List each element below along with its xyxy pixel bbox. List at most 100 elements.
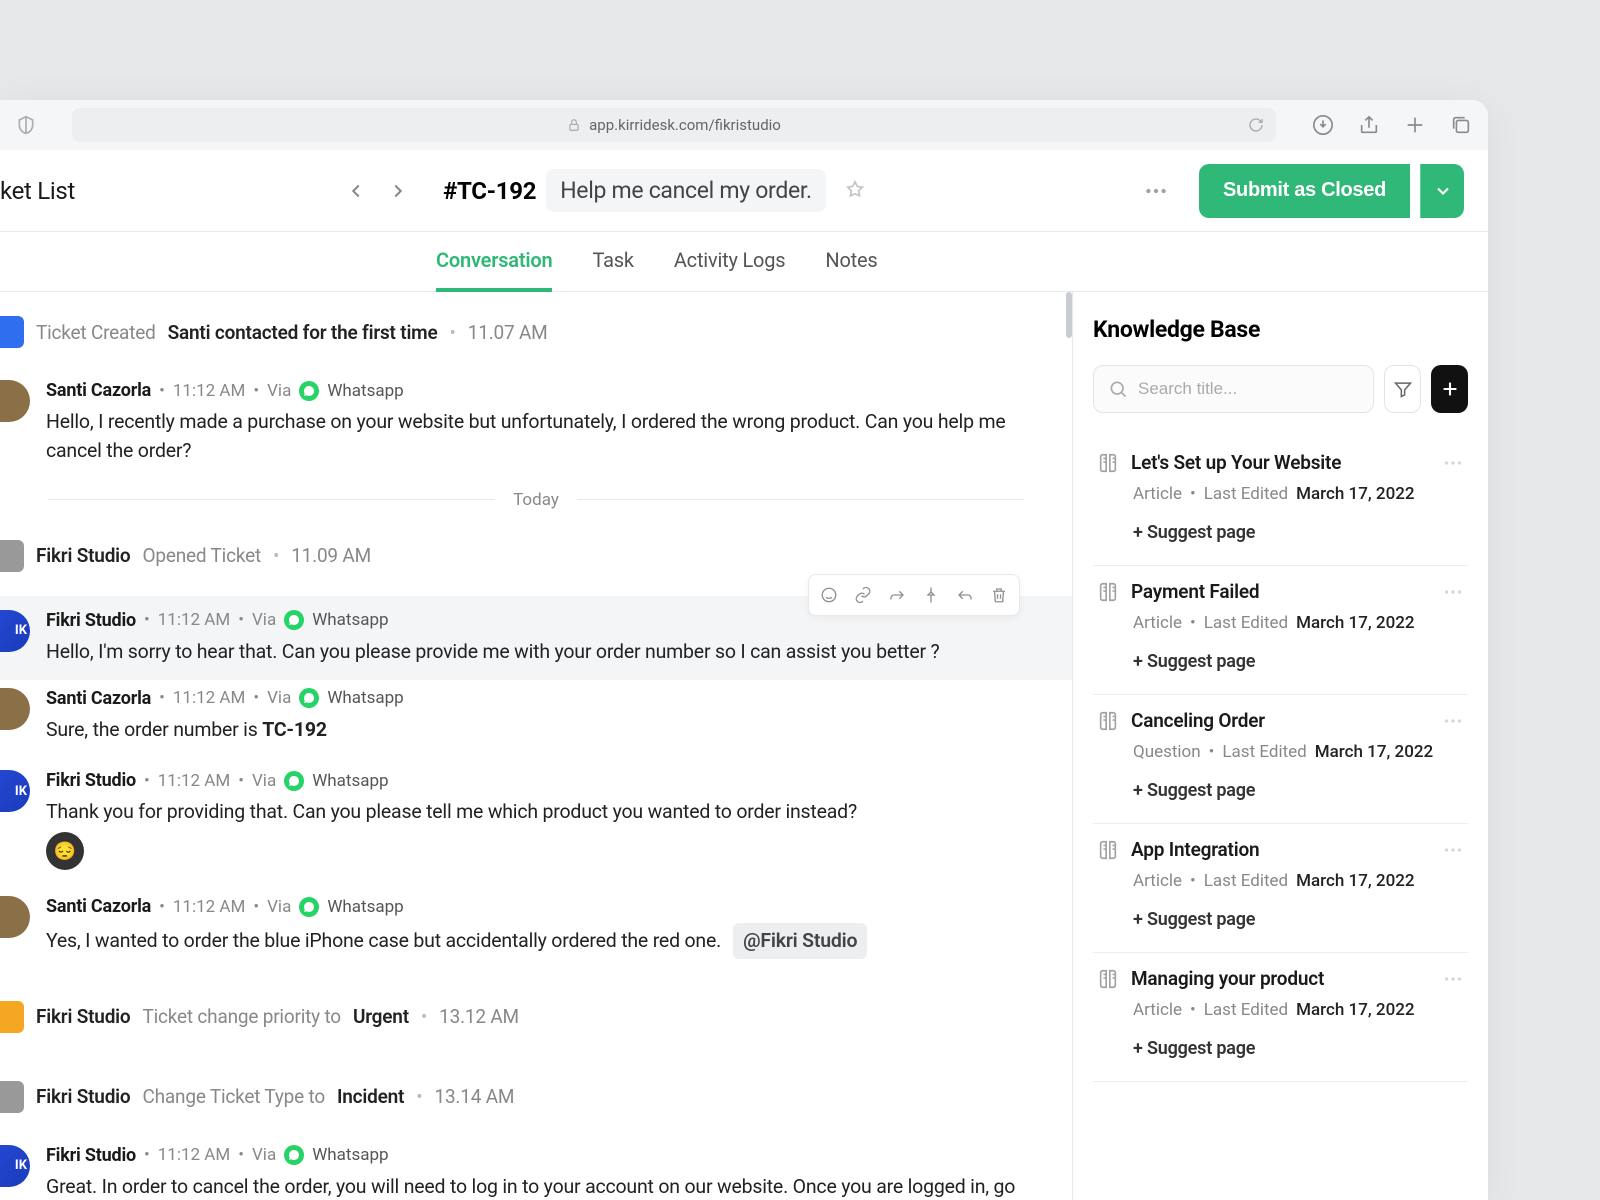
pin-small-icon[interactable] (915, 579, 947, 611)
kb-suggest-button[interactable]: + Suggest page (1133, 522, 1464, 543)
kb-item[interactable]: Canceling Order Question•Last EditedMarc… (1093, 695, 1468, 824)
pin-icon[interactable] (844, 180, 866, 202)
tabs: Conversation Task Activity Logs Notes (0, 232, 1488, 292)
kb-item-title: Payment Failed (1131, 580, 1430, 603)
kb-suggest-button[interactable]: + Suggest page (1133, 909, 1464, 930)
forward-icon[interactable] (881, 579, 913, 611)
reaction-badge[interactable]: 😔 (46, 832, 84, 870)
browser-top-icons (1312, 114, 1472, 136)
kb-item-meta: Article•Last EditedMarch 17, 2022 (1133, 613, 1464, 633)
system-badge-icon (0, 540, 24, 572)
avatar: IK (0, 610, 30, 652)
more-icon[interactable] (1143, 178, 1169, 204)
search-input[interactable] (1138, 379, 1359, 399)
tab-notes[interactable]: Notes (825, 232, 877, 291)
ticket-id: #TC-192 (443, 177, 536, 205)
kb-item[interactable]: Payment Failed Article•Last EditedMarch … (1093, 566, 1468, 695)
scrollbar-thumb[interactable] (1066, 292, 1072, 338)
more-icon[interactable] (1442, 581, 1464, 603)
kb-suggest-button[interactable]: + Suggest page (1133, 651, 1464, 672)
kb-suggest-button[interactable]: + Suggest page (1133, 1038, 1464, 1059)
article-icon (1097, 839, 1119, 861)
browser-chrome-bar: app.kirridesk.com/fikristudio (0, 100, 1488, 150)
message-item: IK Fikri Studio •11:12 AM•ViaWhatsapp Th… (0, 762, 1072, 888)
date-divider: Today (0, 484, 1072, 516)
url-text: app.kirridesk.com/fikristudio (589, 116, 781, 134)
article-icon (1097, 710, 1119, 732)
avatar (0, 380, 30, 422)
whatsapp-icon (284, 610, 304, 630)
app-header: ket List #TC-192 Help me cancel my order… (0, 150, 1488, 232)
filter-icon (1393, 379, 1413, 399)
ticket-title[interactable]: Help me cancel my order. (546, 169, 826, 212)
message-toolbar (808, 574, 1020, 616)
article-icon (1097, 452, 1119, 474)
whatsapp-icon (299, 688, 319, 708)
shield-icon (16, 115, 36, 135)
kb-item[interactable]: Managing your product Article•Last Edite… (1093, 953, 1468, 1082)
kb-item-title: App Integration (1131, 838, 1430, 861)
browser-window: app.kirridesk.com/fikristudio ket List #… (0, 100, 1488, 1200)
more-icon[interactable] (1442, 710, 1464, 732)
refresh-icon[interactable] (1248, 117, 1264, 133)
article-icon (1097, 968, 1119, 990)
nav-arrows (345, 180, 409, 202)
tabs-icon[interactable] (1450, 114, 1472, 136)
breadcrumb[interactable]: ket List (0, 177, 335, 205)
plus-icon[interactable] (1404, 114, 1426, 136)
search-icon (1108, 379, 1128, 399)
kb-suggest-button[interactable]: + Suggest page (1133, 780, 1464, 801)
conversation-panel: Ticket Created Santi contacted for the f… (0, 292, 1073, 1200)
system-badge-icon (0, 316, 24, 348)
submit-closed-button[interactable]: Submit as Closed (1199, 164, 1410, 218)
more-icon[interactable] (1442, 452, 1464, 474)
submit-dropdown-button[interactable] (1420, 164, 1464, 218)
kb-item-title: Managing your product (1131, 967, 1430, 990)
article-icon (1097, 581, 1119, 603)
link-icon[interactable] (847, 579, 879, 611)
knowledge-base-panel: Knowledge Base Let's Set up Your Website (1073, 292, 1488, 1200)
tab-conversation[interactable]: Conversation (436, 232, 552, 292)
lock-icon (567, 118, 581, 132)
add-button[interactable] (1431, 365, 1468, 413)
kb-item[interactable]: App Integration Article•Last EditedMarch… (1093, 824, 1468, 953)
delete-icon[interactable] (983, 579, 1015, 611)
chevron-down-icon (1433, 181, 1453, 201)
tab-task[interactable]: Task (592, 232, 633, 291)
filter-button[interactable] (1384, 365, 1421, 413)
whatsapp-icon (284, 1145, 304, 1165)
system-ticket-created: Ticket Created Santi contacted for the f… (0, 292, 1072, 372)
prev-icon[interactable] (345, 180, 367, 202)
share-icon[interactable] (1358, 114, 1380, 136)
system-badge-icon (0, 1081, 24, 1113)
search-box[interactable] (1093, 365, 1374, 413)
system-badge-icon (0, 1001, 24, 1033)
download-icon[interactable] (1312, 114, 1334, 136)
next-icon[interactable] (387, 180, 409, 202)
url-bar[interactable]: app.kirridesk.com/fikristudio (72, 108, 1276, 142)
kb-item-title: Let's Set up Your Website (1131, 451, 1430, 474)
emoji-icon[interactable] (813, 579, 845, 611)
kb-item-meta: Article•Last EditedMarch 17, 2022 (1133, 871, 1464, 891)
avatar (0, 896, 30, 938)
whatsapp-icon (284, 771, 304, 791)
kb-title: Knowledge Base (1093, 316, 1468, 343)
kb-item[interactable]: Let's Set up Your Website Article•Last E… (1093, 437, 1468, 566)
message-item: IK Fikri Studio •11:12 AM• Via Whatsapp … (0, 596, 1072, 680)
more-icon[interactable] (1442, 968, 1464, 990)
more-icon[interactable] (1442, 839, 1464, 861)
kb-item-title: Canceling Order (1131, 709, 1430, 732)
avatar: IK (0, 770, 30, 812)
kb-item-meta: Article•Last EditedMarch 17, 2022 (1133, 484, 1464, 504)
whatsapp-icon (299, 381, 319, 401)
reply-icon[interactable] (949, 579, 981, 611)
system-type-change: Fikri Studio Change Ticket Type to Incid… (0, 1057, 1072, 1137)
whatsapp-icon (299, 897, 319, 917)
tab-activity-logs[interactable]: Activity Logs (674, 232, 786, 291)
message-item: Santi Cazorla • 11:12 AM • Via Whatsapp … (0, 372, 1072, 484)
mention[interactable]: @Fikri Studio (733, 923, 867, 958)
message-item: Santi Cazorla •11:12 AM•ViaWhatsapp Sure… (0, 680, 1072, 762)
message-item: IK Fikri Studio •11:12 AM•ViaWhatsapp Gr… (0, 1137, 1072, 1200)
system-priority-change: Fikri Studio Ticket change priority to U… (0, 977, 1072, 1057)
kb-item-meta: Question•Last EditedMarch 17, 2022 (1133, 742, 1464, 762)
